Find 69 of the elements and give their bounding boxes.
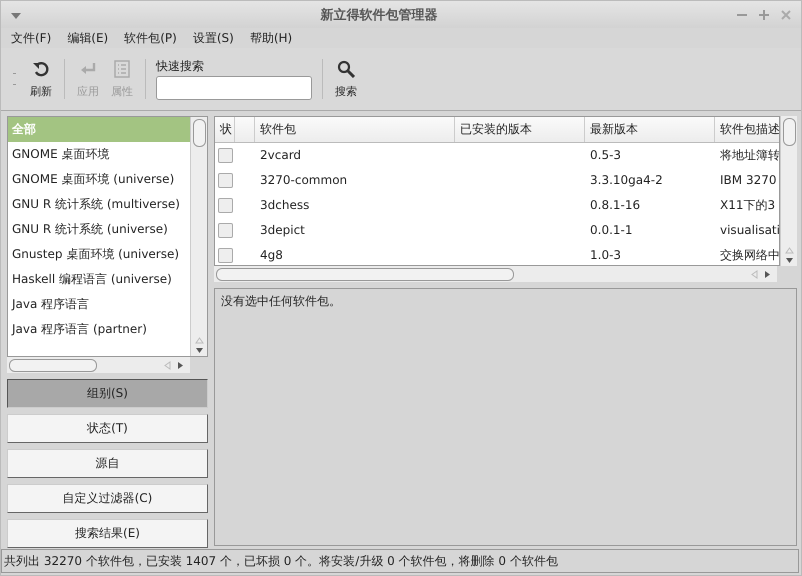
- menu-item[interactable]: 软件包(P): [124, 30, 177, 46]
- checkbox[interactable]: [218, 198, 233, 213]
- scrollbar[interactable]: [7, 357, 190, 373]
- status-text: 共列出 32270 个软件包，已安装 1407 个，已坏损 0 个。将安装/升级 0 个软件包，将删除 0 个软件包: [4, 552, 558, 570]
- scrollbar[interactable]: [190, 117, 207, 356]
- search-label: 快速搜索: [156, 58, 205, 75]
- scroll-right-icon[interactable]: [177, 360, 184, 370]
- scroll-thumb[interactable]: [9, 358, 97, 372]
- category-item[interactable]: Java 程序语言: [8, 292, 190, 317]
- menu-item[interactable]: 编辑(E): [67, 30, 108, 46]
- table-cell: 3270-common: [260, 173, 348, 187]
- scroll-left-icon[interactable]: [164, 360, 171, 370]
- window-menu-icon[interactable]: [11, 12, 21, 18]
- scroll-thumb[interactable]: [782, 118, 796, 146]
- close-icon[interactable]: [781, 10, 791, 20]
- table-cell: 2vcard: [260, 148, 302, 162]
- category-item[interactable]: GNOME 桌面环境 (universe): [8, 167, 190, 192]
- scroll-left-icon[interactable]: [751, 270, 758, 278]
- column-header[interactable]: 软件包: [260, 122, 296, 136]
- category-item[interactable]: GNU R 统计系统 (multiverse): [8, 192, 190, 217]
- menu-item[interactable]: 文件(F): [11, 30, 52, 46]
- checkbox[interactable]: [218, 173, 233, 188]
- category-item[interactable]: GNU R 统计系统 (universe): [8, 217, 190, 242]
- filter-button[interactable]: 组别(S): [7, 379, 208, 408]
- checkbox[interactable]: [218, 148, 233, 163]
- table-cell: 0.5-3: [590, 148, 622, 162]
- details-text: 没有选中任何软件包。: [221, 294, 341, 308]
- table-cell: 交换网络中: [720, 248, 779, 262]
- column-header[interactable]: 最新版本: [590, 122, 638, 136]
- scrollbar[interactable]: [780, 116, 797, 266]
- scroll-down-icon[interactable]: [784, 257, 794, 264]
- table-cell: 4g8: [260, 248, 283, 262]
- table-cell: IBM 3270: [720, 173, 776, 187]
- search-icon: [337, 60, 355, 78]
- list-icon: [113, 60, 131, 78]
- table-cell: 0.0.1-1: [590, 223, 632, 237]
- filter-button[interactable]: 自定义过滤器(C): [7, 484, 208, 513]
- column-header[interactable]: 已安装的版本: [460, 122, 532, 136]
- table-cell: visualisati: [720, 223, 779, 237]
- checkbox[interactable]: [218, 248, 233, 263]
- scrollbar[interactable]: [214, 266, 777, 282]
- table-cell: 3dchess: [260, 198, 310, 212]
- category-item[interactable]: Gnustep 桌面环境 (universe): [8, 242, 190, 267]
- search-button[interactable]: 搜索: [329, 56, 363, 102]
- table-cell: X11下的3: [720, 198, 776, 212]
- search-field[interactable]: [156, 76, 312, 100]
- window-title: 新立得软件包管理器: [320, 6, 438, 24]
- category-item[interactable]: Haskell 编程语言 (universe): [8, 267, 190, 292]
- filter-button[interactable]: 状态(T): [7, 414, 208, 443]
- checkbox[interactable]: [218, 223, 233, 238]
- maximize-icon[interactable]: [759, 10, 769, 20]
- scroll-thumb[interactable]: [192, 119, 206, 147]
- table-cell: 1.0-3: [590, 248, 622, 262]
- scroll-right-icon[interactable]: [764, 270, 771, 278]
- scroll-down-icon[interactable]: [194, 347, 204, 354]
- menu-item[interactable]: 设置(S): [192, 30, 234, 46]
- scroll-thumb[interactable]: [216, 268, 514, 280]
- table-cell: 3.3.10ga4-2: [590, 173, 663, 187]
- menu-item[interactable]: 帮助(H): [250, 30, 292, 46]
- table-cell: 0.8.1-16: [590, 198, 640, 212]
- column-header[interactable]: 软件包描述: [720, 122, 779, 136]
- filter-button[interactable]: 搜索结果(E): [7, 519, 208, 548]
- category-item[interactable]: Java 程序语言 (partner): [8, 317, 190, 342]
- toolbar-button[interactable]: 刷新: [24, 56, 58, 102]
- column-header[interactable]: 状: [220, 122, 232, 136]
- table-cell: 3depict: [260, 223, 305, 237]
- refresh-icon: [32, 60, 50, 78]
- category-item[interactable]: GNOME 桌面环境: [8, 142, 190, 167]
- filter-button[interactable]: 源自: [7, 449, 208, 478]
